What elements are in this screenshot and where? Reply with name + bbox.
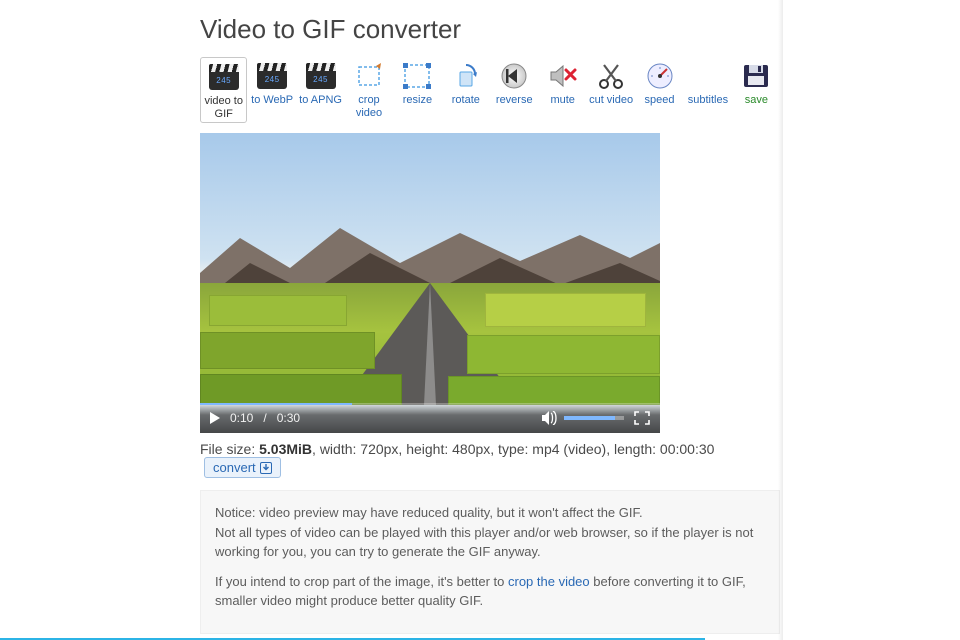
right-sidebar-blank	[782, 0, 960, 640]
volume-slider[interactable]	[564, 416, 624, 420]
convert-button[interactable]: convert	[204, 457, 281, 478]
tool-crop-video[interactable]: crop video	[345, 57, 392, 123]
video-preview[interactable]: 0:10 / 0:30	[200, 133, 660, 433]
download-icon	[260, 462, 272, 474]
tool-label: reverse	[496, 94, 533, 107]
tool-mute[interactable]: mute	[539, 57, 586, 123]
tool-label: to APNG	[299, 94, 342, 107]
tool-label: subtitles	[688, 94, 728, 107]
fullscreen-button[interactable]	[634, 411, 650, 425]
tool-label: rotate	[452, 94, 480, 107]
play-button[interactable]	[210, 412, 220, 424]
time-current: 0:10	[230, 411, 253, 425]
tool-label: to WebP	[251, 94, 293, 107]
volume-control[interactable]	[542, 411, 624, 425]
file-info: File size: 5.03MiB, width: 720px, height…	[200, 441, 780, 478]
video-controls: 0:10 / 0:30	[200, 403, 660, 433]
crop-icon	[353, 60, 385, 92]
time-duration: 0:30	[277, 411, 300, 425]
tool-label: video to GIF	[202, 95, 245, 120]
tool-speed[interactable]: speed	[636, 57, 683, 123]
speed-icon	[644, 60, 676, 92]
tool-video-to-gif[interactable]: 245video to GIF	[200, 57, 247, 123]
rotate-icon	[450, 60, 482, 92]
subtitles-icon	[692, 60, 724, 92]
save-icon	[740, 60, 772, 92]
tool-to-apng[interactable]: 245 to APNG	[297, 57, 344, 123]
tool-label: mute	[550, 94, 574, 107]
clapper-icon: 245	[208, 61, 240, 93]
resize-icon	[401, 60, 433, 92]
tool-label: resize	[403, 94, 432, 107]
tool-label: save	[745, 94, 768, 107]
crop-video-link[interactable]: crop the video	[508, 574, 590, 589]
video-frame-ground	[200, 283, 660, 405]
progress-bar[interactable]	[200, 403, 660, 405]
tool-cut-video[interactable]: cut video	[587, 57, 634, 123]
clapper-icon: 245	[305, 60, 337, 92]
toolbar: 245video to GIF245to WebP245to APNGcrop …	[200, 57, 780, 123]
tool-subtitles[interactable]: subtitles	[684, 57, 731, 123]
notice-line2: If you intend to crop part of the image,…	[215, 572, 765, 611]
tool-label: speed	[645, 94, 675, 107]
tool-label: cut video	[589, 94, 633, 107]
tool-save[interactable]: save	[733, 57, 780, 123]
file-size: 5.03MiB	[259, 441, 312, 457]
page-title: Video to GIF converter	[200, 14, 780, 45]
tool-label: crop video	[346, 94, 391, 119]
volume-icon	[542, 411, 558, 425]
cut-icon	[595, 60, 627, 92]
tool-resize[interactable]: resize	[394, 57, 441, 123]
tool-rotate[interactable]: rotate	[442, 57, 489, 123]
tool-reverse[interactable]: reverse	[491, 57, 538, 123]
reverse-icon	[498, 60, 530, 92]
notice-box: Notice: video preview may have reduced q…	[200, 490, 780, 634]
mute-icon	[547, 60, 579, 92]
notice-line1: Notice: video preview may have reduced q…	[215, 503, 765, 562]
clapper-icon: 245	[256, 60, 288, 92]
tool-to-webp[interactable]: 245 to WebP	[248, 57, 295, 123]
